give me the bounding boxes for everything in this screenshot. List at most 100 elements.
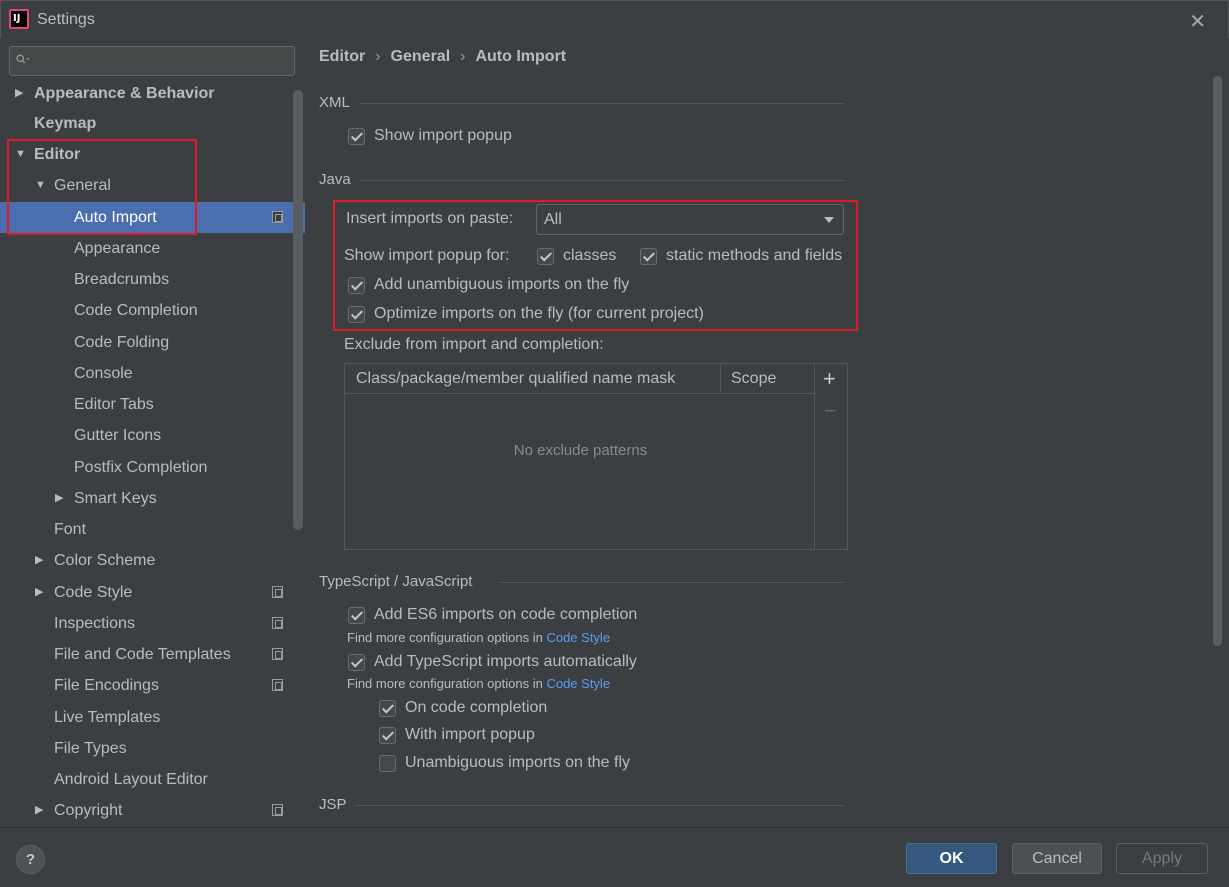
help-button[interactable]: ? xyxy=(16,845,45,874)
unambiguous-imports-checkbox[interactable]: Unambiguous imports on the fly xyxy=(379,754,630,772)
tree-item-android-layout-editor[interactable]: Android Layout Editor xyxy=(0,764,305,795)
with-import-popup-checkbox[interactable]: With import popup xyxy=(379,726,535,744)
tree-item-label: Postfix Completion xyxy=(74,459,208,476)
checkbox-box[interactable] xyxy=(348,305,365,323)
remove-icon: − xyxy=(824,398,837,423)
checkbox-box[interactable] xyxy=(348,127,365,145)
column-divider xyxy=(720,364,721,394)
checkbox-label: Add unambiguous imports on the fly xyxy=(374,276,630,293)
add-icon[interactable]: + xyxy=(823,366,836,392)
breadcrumb-item: Auto Import xyxy=(475,48,567,65)
table-header: Class/package/member qualified name mask… xyxy=(345,364,814,394)
tree-item-appearance-behavior[interactable]: ▶ Appearance & Behavior xyxy=(0,78,305,109)
breadcrumb-item[interactable]: General xyxy=(391,48,451,65)
expand-arrow-icon[interactable]: ▶ xyxy=(35,545,43,576)
exclude-table[interactable]: Class/package/member qualified name mask… xyxy=(344,363,815,550)
checkbox-label: With import popup xyxy=(405,726,535,743)
tree-item-appearance[interactable]: Appearance xyxy=(0,233,305,264)
breadcrumb-separator-icon: › xyxy=(375,48,381,65)
table-toolbar: + − xyxy=(816,363,848,550)
settings-sidebar: ▶ Appearance & Behavior Keymap ▼ Editor … xyxy=(0,38,305,827)
checkbox-label: On code completion xyxy=(405,699,548,716)
tree-item-auto-import[interactable]: Auto Import xyxy=(0,202,305,233)
close-icon[interactable]: ✕ xyxy=(1189,9,1206,34)
tree-item-editor[interactable]: ▼ Editor xyxy=(0,139,305,170)
column-header-mask[interactable]: Class/package/member qualified name mask xyxy=(356,370,675,388)
add-typescript-imports-checkbox[interactable]: Add TypeScript imports automatically xyxy=(348,653,637,671)
checkbox-box[interactable] xyxy=(379,726,396,744)
add-unambiguous-checkbox[interactable]: Add unambiguous imports on the fly xyxy=(348,276,629,294)
checkbox-box[interactable] xyxy=(348,606,365,624)
collapse-arrow-icon[interactable]: ▼ xyxy=(15,139,26,170)
checkbox-label: Optimize imports on the fly (for current… xyxy=(374,305,704,322)
add-es6-imports-checkbox[interactable]: Add ES6 imports on code completion xyxy=(348,606,637,624)
tree-item-live-templates[interactable]: Live Templates xyxy=(0,702,305,733)
checkbox-box[interactable] xyxy=(348,276,365,294)
on-code-completion-checkbox[interactable]: On code completion xyxy=(379,699,547,717)
optimize-imports-checkbox[interactable]: Optimize imports on the fly (for current… xyxy=(348,305,704,323)
tree-item-console[interactable]: Console xyxy=(0,358,305,389)
tree-item-postfix-completion[interactable]: Postfix Completion xyxy=(0,452,305,483)
breadcrumb-item[interactable]: Editor xyxy=(319,48,365,65)
tree-item-code-style[interactable]: ▶ Code Style xyxy=(0,577,305,608)
checkbox-box[interactable] xyxy=(537,247,554,265)
expand-arrow-icon[interactable]: ▶ xyxy=(35,577,43,608)
cancel-button[interactable]: Cancel xyxy=(1012,843,1102,874)
tree-item-inspections[interactable]: Inspections xyxy=(0,608,305,639)
dialog-footer: ? OK Cancel Apply xyxy=(0,827,1229,887)
tree-item-smart-keys[interactable]: ▶ Smart Keys xyxy=(0,483,305,514)
tree-item-color-scheme[interactable]: ▶ Color Scheme xyxy=(0,545,305,576)
tree-item-editor-tabs[interactable]: Editor Tabs xyxy=(0,389,305,420)
tree-item-label: Gutter Icons xyxy=(74,427,162,444)
checkbox-box[interactable] xyxy=(379,754,396,772)
expand-arrow-icon[interactable]: ▶ xyxy=(15,78,23,109)
tree-item-code-folding[interactable]: Code Folding xyxy=(0,327,305,358)
tree-item-general[interactable]: ▼ General xyxy=(0,170,305,201)
collapse-arrow-icon[interactable]: ▼ xyxy=(35,170,46,201)
checkbox-box[interactable] xyxy=(348,653,365,671)
tree-item-gutter-icons[interactable]: Gutter Icons xyxy=(0,420,305,451)
show-import-popup-checkbox[interactable]: Show import popup xyxy=(348,127,512,145)
tree-item-file-types[interactable]: File Types xyxy=(0,733,305,764)
chevron-down-icon xyxy=(824,217,834,223)
show-popup-for-label: Show import popup for: xyxy=(344,247,510,264)
tree-item-copyright[interactable]: ▶ Copyright xyxy=(0,795,305,826)
expand-arrow-icon[interactable]: ▶ xyxy=(35,795,43,826)
code-style-link[interactable]: Code Style xyxy=(546,630,610,645)
hint-prefix: Find more configuration options in xyxy=(347,630,547,645)
tree-item-label: File Types xyxy=(54,740,127,757)
checkbox-label: Unambiguous imports on the fly xyxy=(405,754,630,771)
checkbox-box[interactable] xyxy=(379,699,396,717)
project-scope-icon xyxy=(272,804,283,816)
search-input[interactable] xyxy=(48,50,288,72)
tree-item-label: Auto Import xyxy=(74,209,157,226)
classes-checkbox[interactable]: classes xyxy=(537,247,616,265)
search-field[interactable] xyxy=(9,46,295,76)
checkbox-label: classes xyxy=(563,247,617,264)
checkbox-box[interactable] xyxy=(640,247,657,265)
sidebar-scrollbar[interactable] xyxy=(293,90,303,530)
project-scope-icon xyxy=(272,586,283,598)
tree-item-keymap[interactable]: Keymap xyxy=(0,108,305,139)
code-style-link[interactable]: Code Style xyxy=(546,676,610,691)
tree-item-label: Live Templates xyxy=(54,709,161,726)
content-scrollbar[interactable] xyxy=(1213,76,1222,646)
tree-item-code-completion[interactable]: Code Completion xyxy=(0,295,305,326)
breadcrumb-separator-icon: › xyxy=(460,48,466,65)
tree-item-file-code-templates[interactable]: File and Code Templates xyxy=(0,639,305,670)
tree-item-breadcrumbs[interactable]: Breadcrumbs xyxy=(0,264,305,295)
column-header-scope[interactable]: Scope xyxy=(731,370,776,388)
ok-button[interactable]: OK xyxy=(906,843,997,874)
apply-button: Apply xyxy=(1116,843,1208,874)
empty-table-text: No exclude patterns xyxy=(513,442,648,459)
exclude-label: Exclude from import and completion: xyxy=(344,336,604,353)
tree-item-file-encodings[interactable]: File Encodings xyxy=(0,670,305,701)
section-title-typescript: TypeScript / JavaScript xyxy=(319,573,473,590)
tree-item-label: Code Completion xyxy=(74,302,198,319)
static-methods-checkbox[interactable]: static methods and fields xyxy=(640,247,842,265)
insert-imports-dropdown[interactable]: All xyxy=(536,204,844,235)
tree-item-label: Editor xyxy=(34,146,81,163)
tree-item-font[interactable]: Font xyxy=(0,514,305,545)
window-title: Settings xyxy=(37,11,95,28)
expand-arrow-icon[interactable]: ▶ xyxy=(55,483,63,514)
